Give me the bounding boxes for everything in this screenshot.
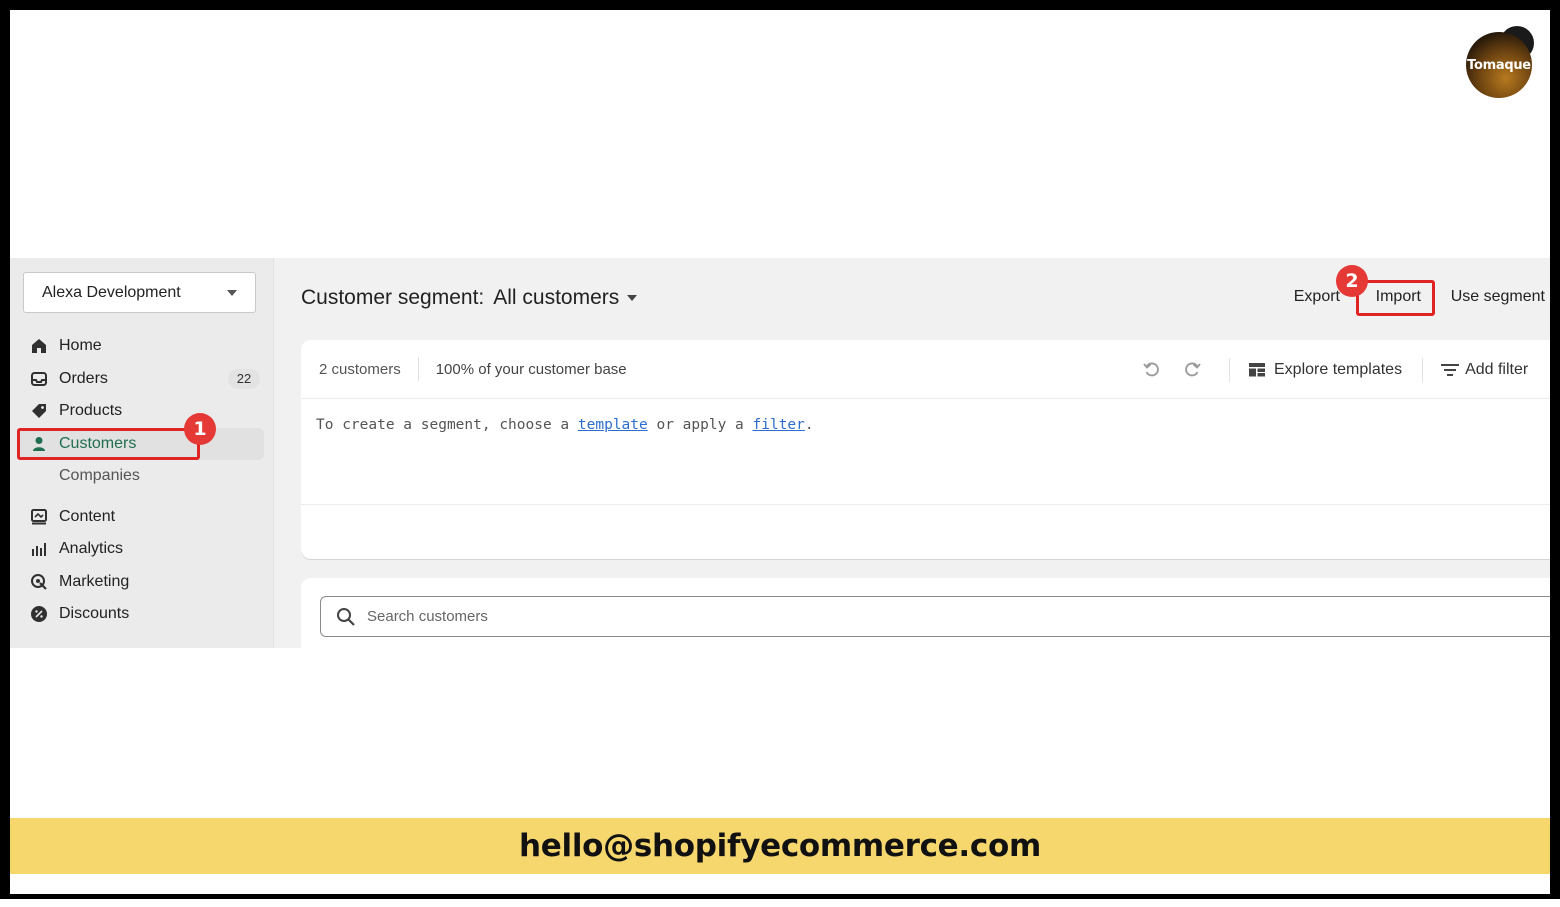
import-highlight-box	[1356, 280, 1435, 316]
step-marker-1: 1	[184, 413, 216, 445]
page-title[interactable]: Customer segment: All customers	[301, 286, 638, 310]
customer-count: 2 customers	[319, 360, 401, 378]
divider	[417, 357, 419, 381]
tag-icon	[30, 402, 48, 420]
divider	[1422, 357, 1424, 382]
sidebar-item-companies[interactable]: Companies	[18, 460, 264, 493]
redo-icon[interactable]	[1181, 359, 1203, 381]
segment-summary-bar: 2 customers 100% of your customer base E…	[301, 340, 1550, 399]
sidebar-item-label: Content	[59, 507, 116, 525]
segment-query-editor[interactable]: To create a segment, choose a template o…	[301, 399, 1550, 505]
search-input[interactable]	[367, 608, 967, 625]
segment-editor-card: 2 customers 100% of your customer base E…	[301, 340, 1550, 559]
shopify-admin: Alexa Development Home Orders 22 Product…	[10, 258, 1550, 648]
filter-icon	[1439, 359, 1461, 381]
screenshot-frame: Tomaque Alexa Development Home Orders 22…	[10, 10, 1550, 894]
add-filter-button[interactable]: Add filter	[1439, 359, 1528, 381]
sidebar-item-label: Orders	[59, 369, 108, 387]
orders-count-badge: 22	[228, 368, 260, 389]
sidebar-item-home[interactable]: Home	[18, 330, 264, 363]
explore-templates-label: Explore templates	[1274, 360, 1403, 378]
sidebar-item-label: Marketing	[59, 572, 130, 590]
segment-tools: Explore templates Add filter	[1141, 340, 1528, 399]
discount-icon	[30, 605, 48, 623]
step-marker-2: 2	[1336, 265, 1368, 297]
search-field[interactable]	[320, 596, 1550, 637]
sidebar-item-discounts[interactable]: Discounts	[18, 598, 264, 631]
sidebar-item-label: Home	[59, 337, 102, 355]
content-icon	[30, 508, 48, 526]
divider	[1229, 357, 1230, 382]
store-selector[interactable]: Alexa Development	[23, 272, 256, 313]
template-link[interactable]: template	[578, 417, 648, 433]
brand-logo: Tomaque	[1466, 26, 1534, 98]
export-button[interactable]: Export	[1294, 288, 1340, 306]
customers-highlight-box	[17, 428, 200, 460]
filter-link[interactable]: filter	[753, 417, 805, 433]
explore-templates-button[interactable]: Explore templates	[1246, 359, 1402, 381]
home-icon	[30, 337, 48, 355]
search-icon	[335, 606, 357, 628]
sidebar-item-content[interactable]: Content	[18, 501, 264, 534]
sidebar-item-orders[interactable]: Orders 22	[18, 363, 264, 396]
orders-icon	[30, 370, 48, 388]
marketing-icon	[30, 573, 48, 591]
undo-icon[interactable]	[1141, 359, 1163, 381]
contact-banner: hello@shopifyecommerce.com	[10, 818, 1550, 874]
contact-email: hello@shopifyecommerce.com	[519, 828, 1041, 864]
analytics-icon	[30, 540, 48, 558]
editor-hint-text: .	[804, 417, 814, 433]
template-icon	[1246, 359, 1268, 381]
bottom-edge	[0, 899, 1560, 907]
store-name: Alexa Development	[42, 283, 181, 301]
sidebar-item-products[interactable]: Products	[18, 395, 264, 428]
main-content: Customer segment: All customers Export I…	[301, 258, 1550, 648]
sidebar-item-analytics[interactable]: Analytics	[18, 533, 264, 566]
logo-disc: Tomaque	[1466, 32, 1532, 98]
sidebar: Alexa Development Home Orders 22 Product…	[10, 258, 274, 648]
main-nav: Home Orders 22 Products Customers Compan…	[18, 330, 264, 631]
sidebar-item-label: Discounts	[59, 605, 130, 623]
chevron-down-icon	[227, 289, 237, 296]
page-title-prefix: Customer segment:	[301, 286, 485, 309]
customer-base-percent: 100% of your customer base	[435, 360, 627, 378]
sidebar-item-label: Products	[59, 402, 123, 420]
segment-name: All customers	[493, 286, 620, 309]
editor-hint-text: To create a segment, choose a	[316, 417, 578, 433]
sidebar-item-marketing[interactable]: Marketing	[18, 566, 264, 599]
editor-hint-text: or apply a	[647, 417, 753, 433]
sidebar-item-label: Analytics	[59, 540, 124, 558]
chevron-down-icon	[627, 295, 638, 301]
add-filter-label: Add filter	[1465, 360, 1529, 378]
use-segment-button[interactable]: Use segment	[1451, 288, 1545, 306]
sidebar-item-label: Companies	[59, 467, 140, 485]
customer-list-card	[301, 578, 1550, 648]
